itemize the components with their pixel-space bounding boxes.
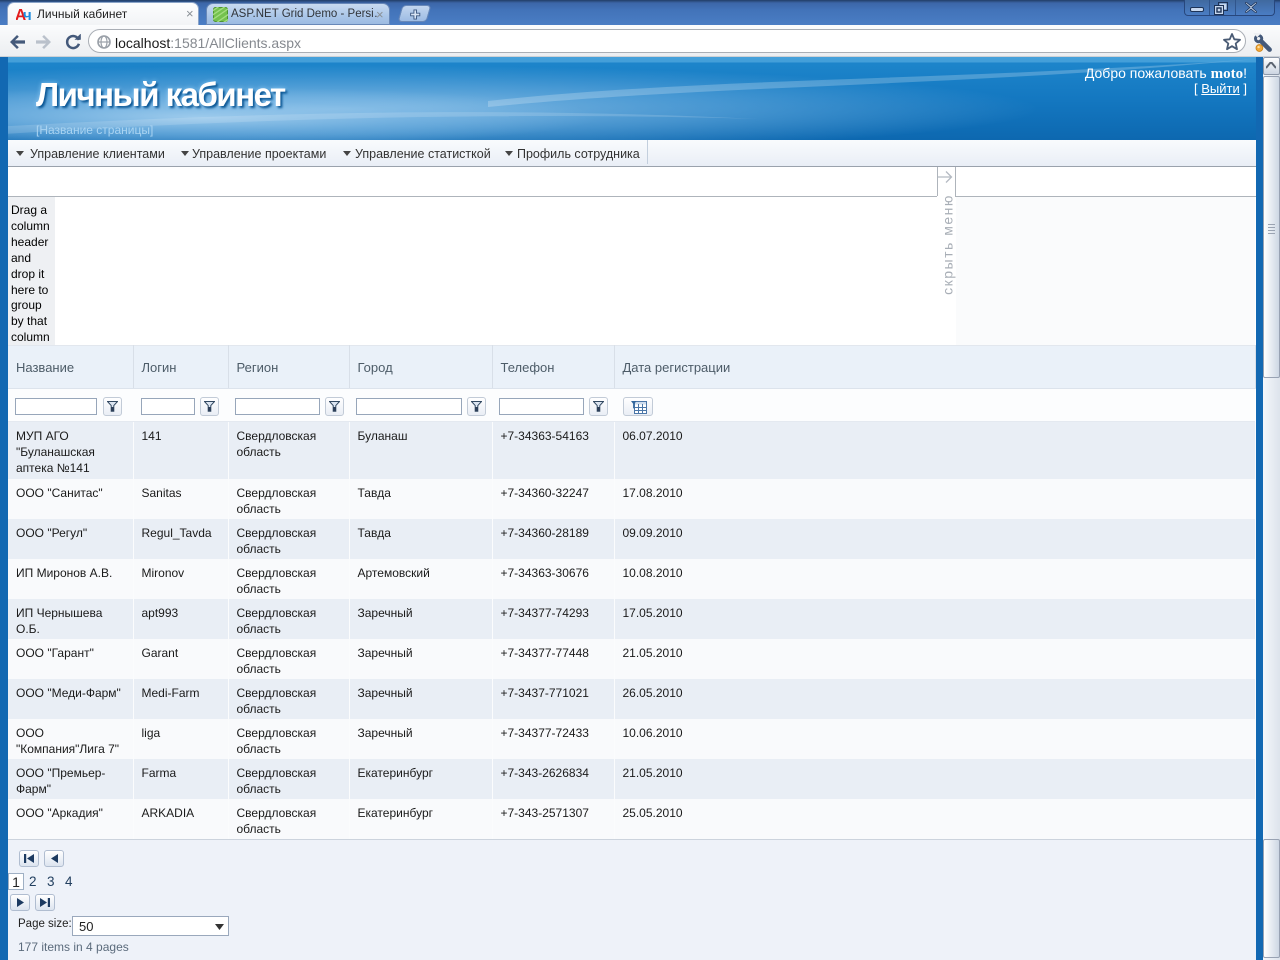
svg-text:ч: ч <box>23 7 32 22</box>
